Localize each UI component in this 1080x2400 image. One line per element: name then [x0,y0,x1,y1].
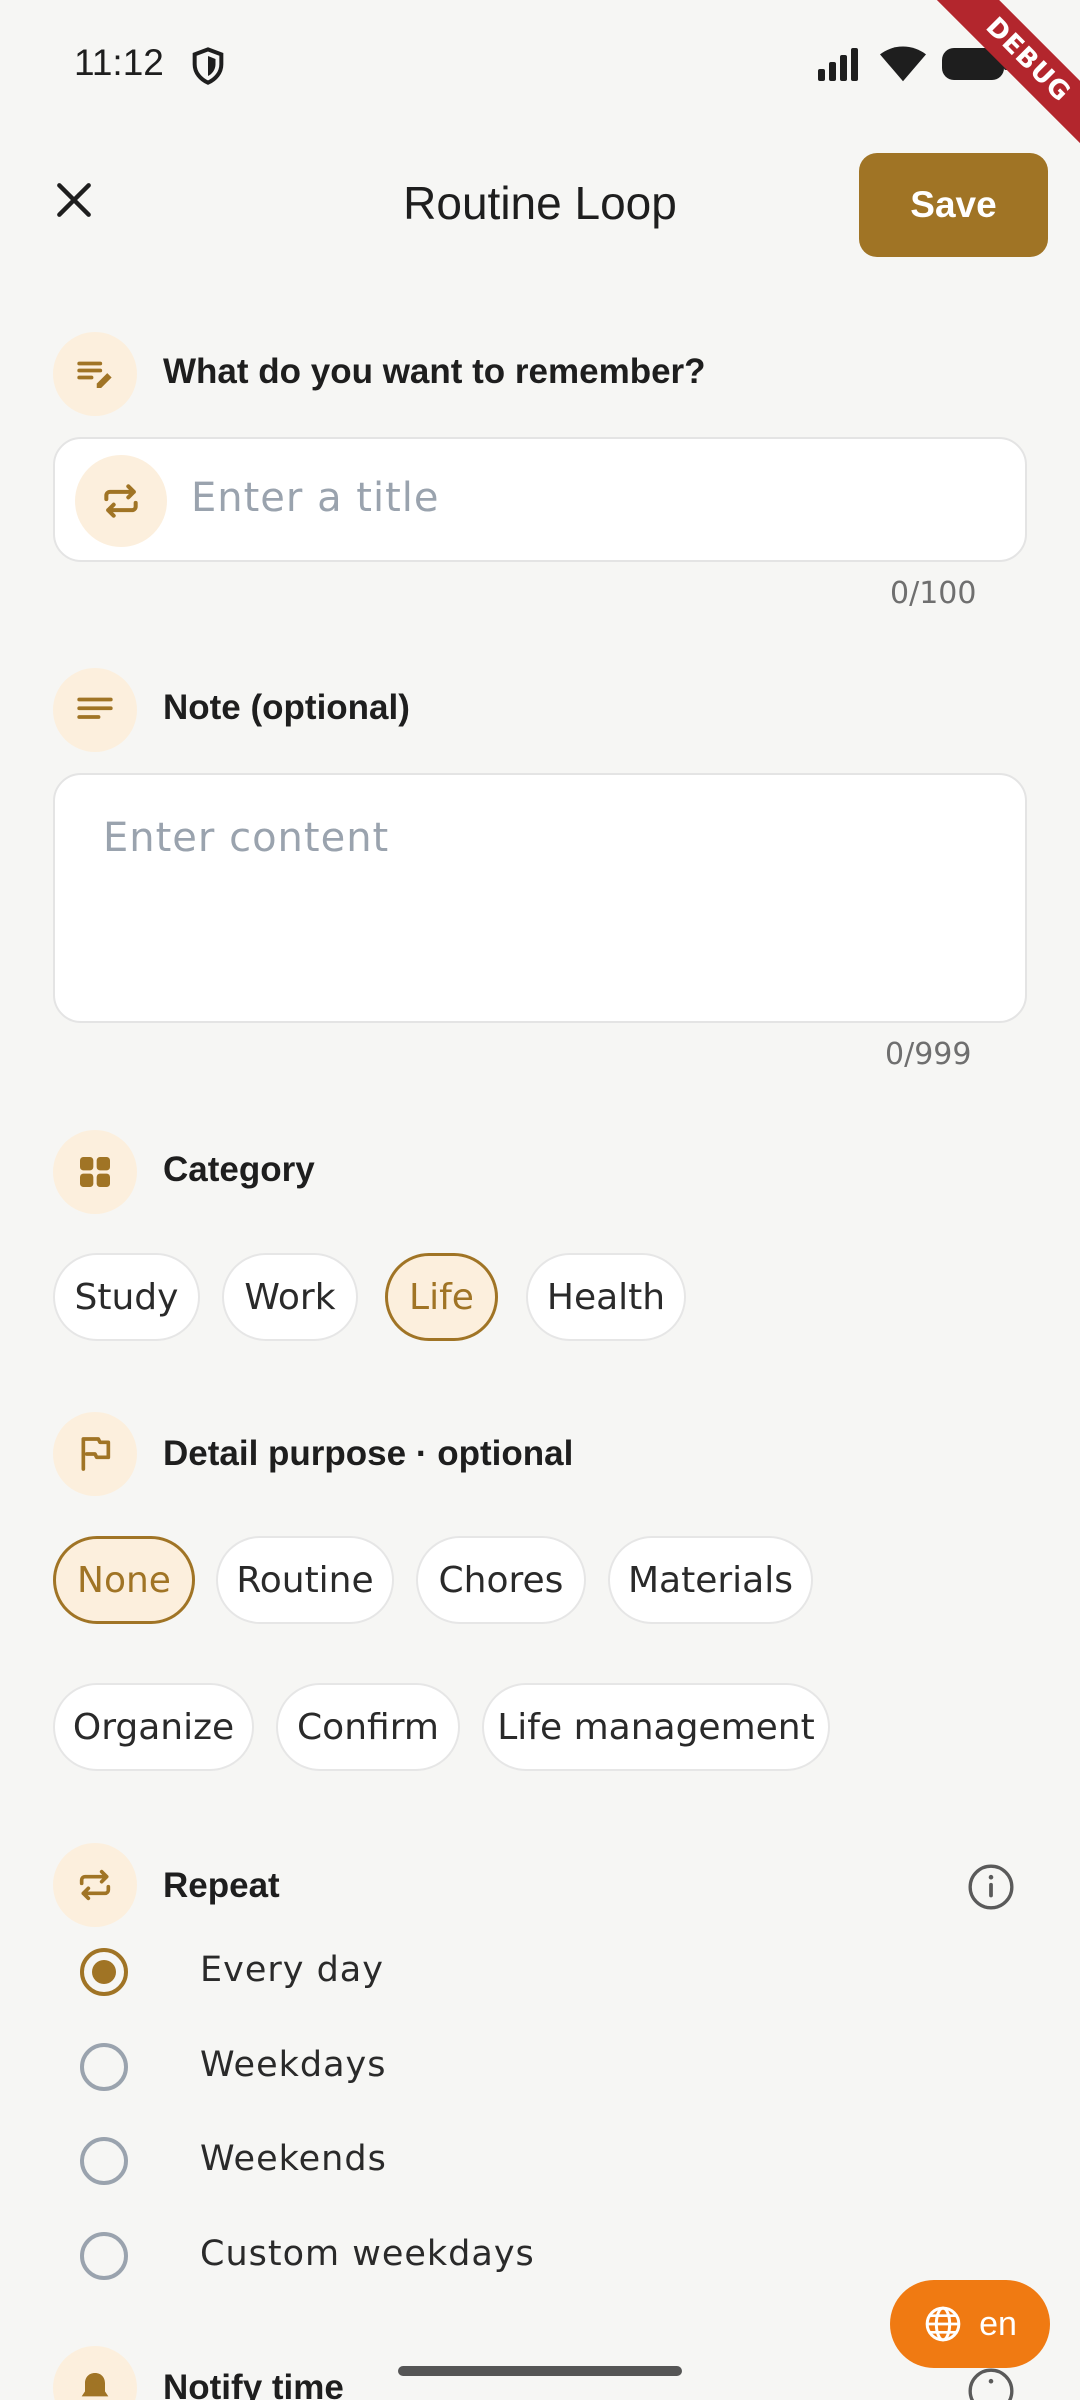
save-button[interactable]: Save [859,153,1048,257]
purpose-chip-life-management[interactable]: Life management [482,1683,830,1771]
repeat-section-label: Repeat [163,1866,280,1905]
alarm-icon [53,2346,137,2400]
shield-icon [188,46,228,86]
category-section-label: Category [163,1150,315,1189]
radio-every-day[interactable] [80,1948,128,1996]
note-input[interactable]: Enter content [53,773,1027,1023]
status-time: 11:12 [74,42,164,83]
notes-icon [53,668,137,752]
category-chip-work[interactable]: Work [222,1253,358,1341]
category-chip-health[interactable]: Health [526,1253,686,1341]
radio-weekdays[interactable] [80,2043,128,2091]
radio-label-weekends: Weekends [200,2139,387,2179]
purpose-section-label: Detail purpose · optional [163,1434,574,1473]
radio-label-weekdays: Weekdays [200,2045,387,2085]
purpose-chip-materials[interactable]: Materials [608,1536,813,1624]
purpose-chip-chores[interactable]: Chores [416,1536,586,1624]
purpose-chip-organize[interactable]: Organize [53,1683,254,1771]
title-placeholder: Enter a title [191,475,440,521]
language-button[interactable]: en [890,2280,1050,2368]
radio-label-custom-weekdays: Custom weekdays [200,2234,535,2274]
title-input[interactable]: Enter a title [53,437,1027,562]
home-indicator[interactable] [398,2366,682,2376]
title-section-label: What do you want to remember? [163,352,706,391]
radio-weekends[interactable] [80,2137,128,2185]
note-section-label: Note (optional) [163,688,410,727]
globe-icon [925,2306,961,2342]
purpose-chip-confirm[interactable]: Confirm [276,1683,460,1771]
repeat-section-icon [53,1843,137,1927]
note-placeholder: Enter content [103,815,390,861]
radio-custom-weekdays[interactable] [80,2232,128,2280]
signal-icon [818,48,858,81]
flag-icon [53,1412,137,1496]
radio-label-every-day: Every day [200,1950,384,1990]
purpose-chip-routine[interactable]: Routine [216,1536,394,1624]
purpose-chip-none[interactable]: None [53,1536,195,1624]
category-chip-study[interactable]: Study [53,1253,200,1341]
language-label: en [979,2304,1017,2343]
notify-info-icon[interactable] [966,2366,1016,2400]
notify-section-label: Notify time [163,2368,344,2400]
note-counter: 0/999 [885,1037,972,1072]
info-icon[interactable] [966,1862,1016,1912]
grid-icon [53,1130,137,1214]
title-counter: 0/100 [890,576,977,611]
edit-note-icon [53,332,137,416]
repeat-icon [75,455,167,547]
category-chip-life[interactable]: Life [385,1253,498,1341]
debug-banner: DEBUG [910,0,1080,170]
